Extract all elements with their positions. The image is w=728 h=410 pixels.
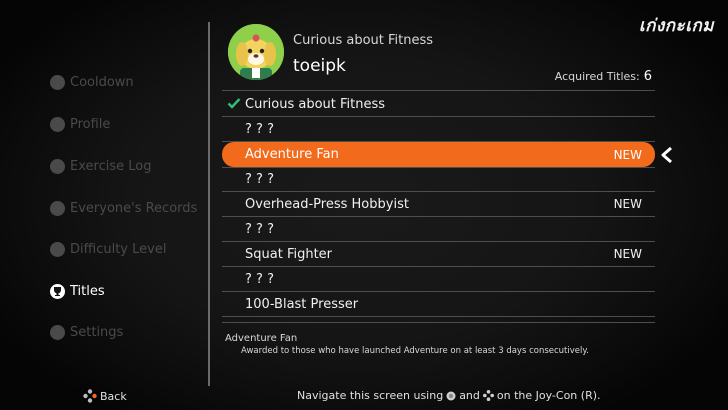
- new-badge: NEW: [613, 197, 642, 211]
- title-row[interactable]: ? ? ?: [222, 217, 655, 241]
- sidebar-item-label: Difficulty Level: [70, 241, 167, 257]
- sidebar-item-label: Cooldown: [70, 74, 134, 90]
- vertical-divider: [208, 22, 210, 386]
- title-row[interactable]: Squat Fighter NEW: [222, 242, 655, 266]
- sidebar-item-difficulty-level[interactable]: Difficulty Level: [50, 237, 166, 261]
- acquired-count: 6: [643, 69, 652, 84]
- title-label: Curious about Fitness: [245, 96, 386, 112]
- sidebar-item-exercise-log[interactable]: Exercise Log: [50, 154, 151, 178]
- title-row[interactable]: 100-Blast Presser: [222, 292, 655, 316]
- description-title: Adventure Fan: [225, 333, 298, 344]
- sidebar-item-label: Exercise Log: [70, 158, 152, 174]
- sidebar-item-label: Titles: [70, 283, 105, 299]
- title-label: Squat Fighter: [245, 246, 333, 262]
- title-label: 100-Blast Presser: [245, 296, 359, 312]
- profile-icon: [50, 116, 65, 132]
- sidebar-item-label: Settings: [70, 324, 124, 340]
- title-label: ? ? ?: [245, 271, 274, 287]
- title-label: ? ? ?: [245, 171, 274, 187]
- row-separator: [222, 322, 655, 323]
- nav-hint-text: Navigate this screen using: [297, 389, 444, 402]
- globe-icon: [50, 200, 65, 216]
- row-separator: [222, 90, 655, 91]
- stick-icon: [446, 391, 456, 400]
- title-row-selected[interactable]: Adventure Fan NEW: [222, 142, 655, 167]
- player-name: toeipk: [293, 56, 346, 76]
- acquired-titles-count: Acquired Titles: 6: [555, 69, 652, 84]
- title-row[interactable]: ? ? ?: [222, 167, 655, 191]
- title-label: Adventure Fan: [245, 147, 339, 162]
- dpad-buttons-icon: [83, 389, 97, 403]
- title-label: Overhead-Press Hobbyist: [245, 196, 409, 212]
- difficulty-icon: [50, 241, 65, 257]
- buttons-icon: [482, 390, 494, 401]
- title-label: ? ? ?: [245, 221, 274, 237]
- title-row[interactable]: Curious about Fitness: [222, 92, 655, 116]
- title-row[interactable]: Overhead-Press Hobbyist NEW: [222, 192, 655, 216]
- gear-icon: [50, 324, 65, 340]
- sidebar-item-label: Profile: [70, 116, 111, 132]
- watermark: เก่งกะเกม: [638, 16, 714, 36]
- sidebar-item-settings[interactable]: Settings: [50, 320, 123, 344]
- equipped-title: Curious about Fitness: [293, 33, 434, 48]
- trophy-icon: [50, 283, 65, 299]
- sidebar-item-titles[interactable]: Titles: [50, 279, 105, 303]
- acquired-label: Acquired Titles:: [554, 70, 640, 83]
- game-screen: เก่งกะเกม Cooldown Profile Exercise Log …: [0, 0, 728, 410]
- sidebar-item-profile[interactable]: Profile: [50, 112, 110, 136]
- sidebar-item-everyones-records[interactable]: Everyone's Records: [50, 196, 197, 220]
- description-text: Awarded to those who have launched Adven…: [241, 346, 589, 356]
- new-badge: NEW: [613, 247, 642, 261]
- check-icon: [227, 98, 241, 109]
- sidebar-item-cooldown[interactable]: Cooldown: [50, 70, 134, 94]
- nav-hint-text-end: on the Joy-Con (R).: [496, 389, 601, 402]
- row-separator: [222, 316, 655, 317]
- title-label: ? ? ?: [245, 121, 274, 137]
- avatar: [228, 24, 284, 80]
- new-badge: NEW: [613, 147, 642, 162]
- exercise-log-icon: [50, 158, 65, 174]
- title-row[interactable]: ? ? ?: [222, 267, 655, 291]
- cooldown-icon: [50, 74, 65, 90]
- navigation-hint: Navigate this screen using and on the Jo…: [297, 389, 601, 402]
- selection-cursor-icon: [661, 146, 672, 164]
- back-label: Back: [100, 389, 127, 403]
- title-row[interactable]: ? ? ?: [222, 117, 655, 141]
- sidebar-item-label: Everyone's Records: [70, 200, 198, 216]
- back-button[interactable]: Back: [80, 389, 127, 403]
- nav-hint-and: and: [459, 389, 480, 402]
